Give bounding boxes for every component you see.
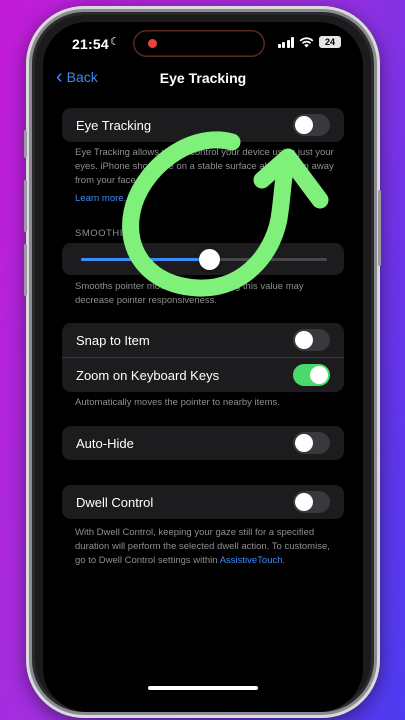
eye-tracking-toggle[interactable] xyxy=(293,114,330,136)
pointer-options-group: Snap to Item Zoom on Keyboard Keys xyxy=(62,323,344,392)
learn-more-link[interactable]: Learn more... xyxy=(75,192,337,206)
smoothing-slider-group xyxy=(62,243,344,275)
smoothing-description: Smooths pointer movement. Increasing thi… xyxy=(75,281,304,306)
dwell-control-label: Dwell Control xyxy=(76,495,154,510)
home-indicator xyxy=(148,686,258,690)
snap-to-item-row: Snap to Item xyxy=(62,323,344,357)
focus-moon-icon: ☾ xyxy=(110,36,120,48)
pointer-options-description: Automatically moves the pointer to nearb… xyxy=(75,397,280,408)
page-title: Eye Tracking xyxy=(159,70,247,86)
auto-hide-row: Auto-Hide xyxy=(62,426,344,460)
eye-tracking-group: Eye Tracking xyxy=(62,108,344,142)
wifi-icon xyxy=(299,36,314,47)
status-bar: 21:54 ☾ 24 xyxy=(43,22,363,66)
zoom-keyboard-keys-label: Zoom on Keyboard Keys xyxy=(76,368,220,383)
eye-tracking-description: Eye Tracking allows you to control your … xyxy=(75,147,334,186)
dwell-control-row: Dwell Control xyxy=(62,485,344,519)
dwell-control-group: Dwell Control xyxy=(62,485,344,519)
cellular-signal-icon xyxy=(277,36,294,48)
assistivetouch-link[interactable]: AssistiveTouch. xyxy=(220,555,285,566)
action-button xyxy=(24,130,27,158)
dwell-control-toggle[interactable] xyxy=(293,491,330,513)
smoothing-header: SMOOTHING xyxy=(75,228,139,239)
snap-to-item-label: Snap to Item xyxy=(76,333,150,348)
volume-down-button xyxy=(24,244,27,296)
snap-to-item-toggle[interactable] xyxy=(293,329,330,351)
dwell-control-description: With Dwell Control, keeping your gaze st… xyxy=(75,527,330,566)
volume-up-button xyxy=(24,180,27,232)
navigation-bar: ‹ Back Eye Tracking xyxy=(43,66,363,92)
smoothing-slider-thumb[interactable] xyxy=(198,249,220,270)
eye-tracking-label: Eye Tracking xyxy=(76,118,152,133)
dynamic-island xyxy=(133,30,265,57)
screen: 21:54 ☾ 24 ‹ Back Eye Tracking Eye Track… xyxy=(43,22,363,712)
zoom-keyboard-keys-toggle[interactable] xyxy=(293,364,330,386)
eye-tracking-row: Eye Tracking xyxy=(62,108,344,142)
status-icons: 24 xyxy=(277,36,341,48)
auto-hide-label: Auto-Hide xyxy=(76,436,134,451)
battery-indicator: 24 xyxy=(319,36,341,48)
status-time: 21:54 xyxy=(72,36,109,52)
power-button xyxy=(378,190,381,266)
smoothing-slider[interactable] xyxy=(81,249,327,270)
auto-hide-group: Auto-Hide xyxy=(62,426,344,460)
smoothing-slider-fill xyxy=(81,258,209,261)
auto-hide-toggle[interactable] xyxy=(293,432,330,454)
recording-indicator-icon xyxy=(148,39,157,48)
zoom-keyboard-keys-row: Zoom on Keyboard Keys xyxy=(62,357,344,392)
